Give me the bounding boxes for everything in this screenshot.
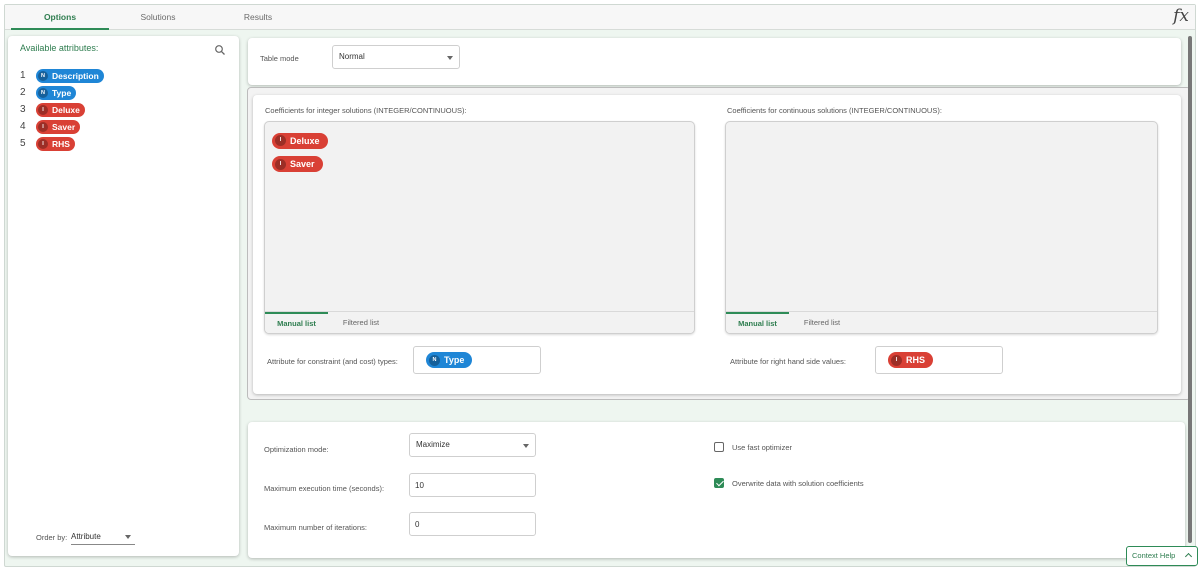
attribute-chip-rhs[interactable]: I RHS: [36, 136, 75, 151]
integer-coefficients-label: Coefficients for integer solutions (INTE…: [265, 106, 467, 115]
table-mode-value: Normal: [339, 52, 365, 61]
attribute-index: 3: [20, 104, 26, 115]
tab-manual-list[interactable]: Manual list: [265, 312, 328, 333]
nominal-badge-icon: N: [38, 87, 48, 98]
order-by-value: Attribute: [71, 532, 101, 541]
integer-badge-icon: I: [275, 135, 286, 146]
chip-rhs[interactable]: I RHS: [888, 352, 934, 368]
chip-deluxe[interactable]: I Deluxe: [272, 132, 328, 149]
attribute-list: 1 N Description 2 N Type 3 I Deluxe 4 I Save…: [20, 67, 104, 152]
attribute-name: RHS: [52, 138, 70, 149]
optimization-mode-label: Optimization mode:: [264, 445, 329, 454]
rhs-attribute-field[interactable]: I RHS: [875, 346, 1003, 374]
overwrite-label: Overwrite data with solution coefficient…: [732, 479, 864, 488]
attribute-name: Deluxe: [52, 104, 80, 115]
continuous-coefficients-label: Coefficients for continuous solutions (I…: [727, 106, 942, 115]
list-item[interactable]: 4 I Saver: [20, 118, 104, 135]
app-window: Options Solutions Results fx Available a…: [4, 4, 1198, 567]
table-mode-panel: Table mode Normal: [248, 38, 1181, 85]
attribute-name: Description: [52, 70, 99, 81]
top-tab-bar: Options Solutions Results fx: [5, 5, 1195, 30]
integer-coefficients-box[interactable]: I Deluxe I Saver Manual list Filtered list: [264, 121, 695, 334]
chevron-down-icon: [125, 535, 131, 539]
tab-filtered-list[interactable]: Filtered list: [789, 312, 855, 333]
attributes-title: Available attributes:: [20, 43, 99, 53]
tab-manual-list[interactable]: Manual list: [726, 312, 789, 333]
nominal-badge-icon: N: [38, 70, 48, 81]
chip-label: Deluxe: [290, 135, 320, 146]
integer-badge-icon: I: [275, 158, 286, 170]
list-item[interactable]: 5 I RHS: [20, 135, 104, 152]
integer-badge-icon: I: [38, 121, 48, 132]
integer-list-tabs: Manual list Filtered list: [265, 311, 694, 333]
chip-label: RHS: [906, 355, 926, 365]
attribute-index: 1: [20, 70, 26, 81]
chevron-up-icon: [1184, 552, 1193, 561]
attribute-index: 4: [20, 121, 26, 132]
max-iterations-label: Maximum number of iterations:: [264, 523, 367, 532]
optimization-panel: Optimization mode: Maximize Maximum exec…: [248, 422, 1185, 558]
chip-label: Saver: [290, 159, 315, 169]
attribute-chip-type[interactable]: N Type: [36, 85, 77, 100]
tab-options[interactable]: Options: [11, 5, 109, 30]
optimization-mode-value: Maximize: [416, 440, 450, 449]
search-icon[interactable]: [214, 44, 226, 56]
integer-badge-icon: I: [38, 138, 48, 149]
coefficients-panel: Coefficients for integer solutions (INTE…: [253, 95, 1181, 394]
max-time-label: Maximum execution time (seconds):: [264, 484, 385, 493]
context-help-button[interactable]: Context Help: [1126, 546, 1198, 566]
attribute-index: 5: [20, 138, 26, 149]
list-item[interactable]: 3 I Deluxe: [20, 101, 104, 118]
chevron-down-icon: [523, 444, 529, 448]
chip-label: Type: [444, 355, 465, 365]
table-mode-label: Table mode: [260, 54, 299, 63]
table-mode-select[interactable]: Normal: [332, 45, 460, 69]
fast-optimizer-label: Use fast optimizer: [732, 443, 793, 452]
order-by-label: Order by:: [36, 533, 68, 542]
integer-badge-icon: I: [38, 104, 48, 115]
attribute-name: Saver: [52, 121, 76, 132]
continuous-list-tabs: Manual list Filtered list: [726, 311, 1157, 333]
nominal-badge-icon: N: [429, 354, 440, 366]
integer-badge-icon: I: [891, 354, 902, 366]
attribute-chip-saver[interactable]: I Saver: [36, 119, 81, 134]
tab-solutions[interactable]: Solutions: [109, 5, 207, 30]
fx-icon[interactable]: fx: [1173, 6, 1189, 26]
max-iterations-input[interactable]: 0: [409, 512, 536, 536]
attribute-chip-deluxe[interactable]: I Deluxe: [36, 102, 85, 117]
overwrite-checkbox[interactable]: [714, 478, 724, 488]
constraint-attribute-label: Attribute for constraint (and cost) type…: [267, 357, 398, 366]
order-by-select[interactable]: Attribute: [71, 529, 135, 545]
attribute-index: 2: [20, 87, 26, 98]
continuous-coefficients-box[interactable]: Manual list Filtered list: [725, 121, 1158, 334]
rhs-attribute-label: Attribute for right hand side values:: [730, 357, 846, 366]
chip-saver[interactable]: I Saver: [272, 156, 323, 172]
attribute-name: Type: [52, 87, 72, 98]
tab-results[interactable]: Results: [209, 5, 307, 30]
vertical-scrollbar[interactable]: [1188, 36, 1192, 543]
list-item[interactable]: 2 N Type: [20, 84, 104, 101]
chevron-down-icon: [447, 56, 453, 60]
attribute-chip-description[interactable]: N Description: [36, 68, 104, 83]
max-time-input[interactable]: 10: [409, 473, 536, 497]
tab-filtered-list[interactable]: Filtered list: [328, 312, 394, 333]
chip-type[interactable]: N Type: [426, 352, 473, 368]
constraint-attribute-field[interactable]: N Type: [413, 346, 541, 374]
list-item[interactable]: 1 N Description: [20, 67, 104, 84]
fast-optimizer-checkbox[interactable]: [714, 442, 724, 452]
attributes-panel: Available attributes: 1 N Description 2 N…: [8, 36, 239, 556]
context-help-label: Context Help: [1132, 551, 1176, 560]
optimization-mode-select[interactable]: Maximize: [409, 433, 536, 457]
integer-chip-list: I Deluxe I Saver: [272, 128, 328, 175]
